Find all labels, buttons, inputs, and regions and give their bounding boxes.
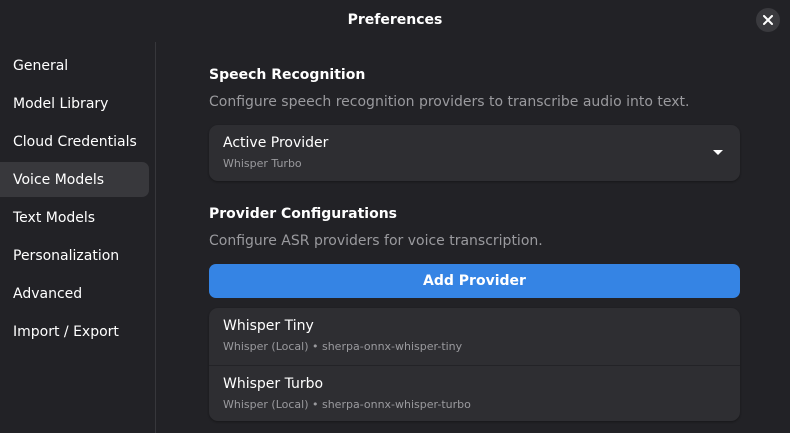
sidebar-item-label: Voice Models [13,171,105,188]
sidebar-item-general[interactable]: General [0,48,149,83]
provider-list: Whisper Tiny Whisper (Local) • sherpa-on… [209,308,740,421]
provider-row-whisper-turbo[interactable]: Whisper Turbo Whisper (Local) • sherpa-o… [209,365,740,421]
sidebar: General Model Library Cloud Credentials … [0,42,156,433]
sidebar-item-text-models[interactable]: Text Models [0,200,149,235]
chevron-down-icon [713,150,723,155]
provider-detail: Whisper (Local) • sherpa-onnx-whisper-ti… [223,340,463,353]
sidebar-item-label: General [13,57,69,74]
sidebar-item-label: Import / Export [13,323,119,340]
sidebar-item-label: Advanced [13,285,83,302]
main-content: Speech Recognition Configure speech reco… [209,0,740,433]
active-provider-label: Active Provider [223,135,329,151]
add-provider-button[interactable]: Add Provider [209,264,740,298]
sidebar-item-cloud-credentials[interactable]: Cloud Credentials [0,124,149,159]
provider-configurations-description: Configure ASR providers for voice transc… [209,233,543,249]
sidebar-item-import-export[interactable]: Import / Export [0,314,149,349]
sidebar-item-label: Model Library [13,95,109,112]
close-button[interactable] [756,8,780,32]
sidebar-item-model-library[interactable]: Model Library [0,86,149,121]
active-provider-dropdown[interactable]: Active Provider Whisper Turbo [209,125,740,181]
provider-name: Whisper Turbo [223,376,324,392]
close-icon [763,15,773,25]
provider-name: Whisper Tiny [223,318,314,334]
speech-recognition-description: Configure speech recognition providers t… [209,94,690,110]
active-provider-value: Whisper Turbo [223,157,302,170]
provider-row-whisper-tiny[interactable]: Whisper Tiny Whisper (Local) • sherpa-on… [209,308,740,364]
provider-configurations-heading: Provider Configurations [209,206,397,222]
provider-detail: Whisper (Local) • sherpa-onnx-whisper-tu… [223,398,471,411]
sidebar-item-personalization[interactable]: Personalization [0,238,149,273]
sidebar-item-label: Cloud Credentials [13,133,137,150]
speech-recognition-heading: Speech Recognition [209,67,366,83]
sidebar-item-label: Personalization [13,247,120,264]
preferences-window: Preferences General Model Library Cloud … [0,0,790,433]
sidebar-item-label: Text Models [13,209,96,226]
sidebar-item-voice-models[interactable]: Voice Models [0,162,149,197]
sidebar-item-advanced[interactable]: Advanced [0,276,149,311]
